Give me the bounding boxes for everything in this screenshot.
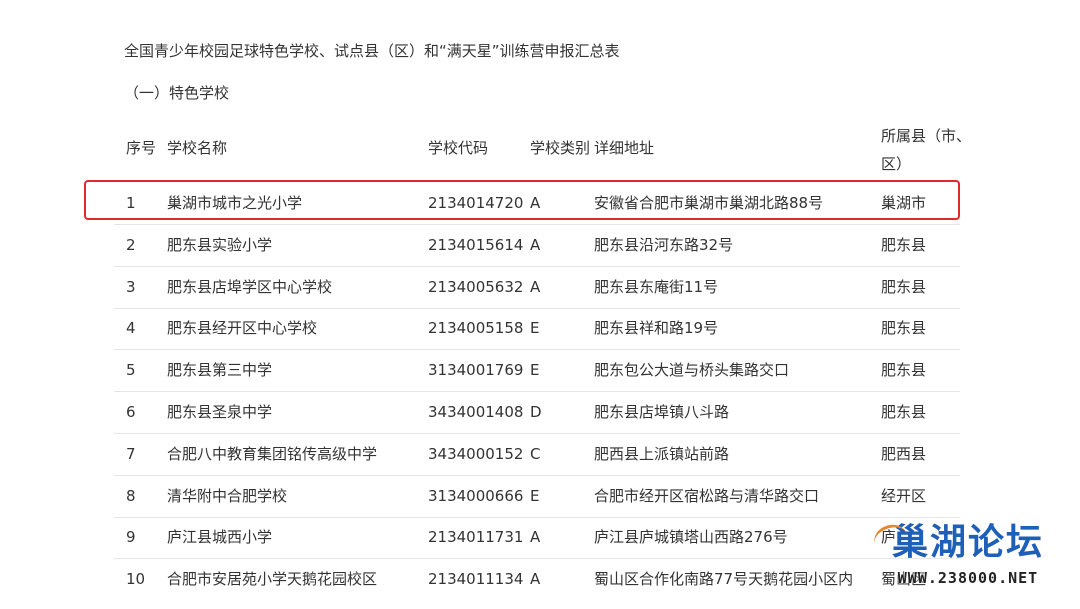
cell-name: 肥东县第三中学 (167, 361, 273, 379)
cell-code: 3434001408 (428, 403, 524, 421)
header-name: 学校名称 (167, 139, 228, 157)
cell-no: 3 (126, 278, 136, 296)
row-divider (114, 558, 960, 559)
cell-address: 蜀山区合作化南路77号天鹅花园小区内 (594, 570, 854, 588)
header-no: 序号 (126, 139, 157, 157)
row-divider (114, 433, 960, 434)
cell-no: 6 (126, 403, 136, 421)
cell-code: 3134001769 (428, 361, 524, 379)
cell-type: E (530, 319, 540, 337)
header-type: 学校类别 (530, 139, 591, 157)
cell-address: 肥东县沿河东路32号 (594, 236, 734, 254)
cell-no: 5 (126, 361, 136, 379)
row-divider (114, 391, 960, 392)
cell-address: 肥东县祥和路19号 (594, 319, 719, 337)
cell-type: D (530, 403, 542, 421)
cell-county: 肥东县 (881, 278, 927, 296)
cell-type: A (530, 570, 541, 588)
cell-county: 肥东县 (881, 236, 927, 254)
row-divider (114, 517, 960, 518)
row-divider (114, 308, 960, 309)
cell-name: 肥东县实验小学 (167, 236, 273, 254)
cell-no: 7 (126, 445, 136, 463)
cell-no: 10 (126, 570, 146, 588)
cell-no: 8 (126, 487, 136, 505)
cell-county: 肥西县 (881, 445, 927, 463)
cell-address: 合肥市经开区宿松路与清华路交口 (594, 487, 820, 505)
cell-address: 肥东包公大道与桥头集路交口 (594, 361, 790, 379)
row-divider (114, 224, 960, 225)
header-county: 所属县（市、区） (881, 127, 972, 173)
cell-name: 肥东县店埠学区中心学校 (167, 278, 333, 296)
cell-address: 肥西县上派镇站前路 (594, 445, 730, 463)
cell-address: 庐江县庐城镇塔山西路276号 (594, 528, 788, 546)
cell-address: 肥东县东庵街11号 (594, 278, 719, 296)
watermark: 巢湖论坛 WWW.238000.NET (868, 519, 1068, 601)
cell-name: 合肥八中教育集团铭传高级中学 (167, 445, 378, 463)
row-divider (114, 475, 960, 476)
document-title: 全国青少年校园足球特色学校、试点县（区）和“满天星”训练营申报汇总表 (124, 42, 620, 60)
cell-county: 肥东县 (881, 403, 927, 421)
cell-type: A (530, 278, 541, 296)
cell-name: 合肥市安居苑小学天鹅花园校区 (167, 570, 378, 588)
cell-type: A (530, 528, 541, 546)
cell-address: 肥东县店埠镇八斗路 (594, 403, 730, 421)
cell-name: 庐江县城西小学 (167, 528, 273, 546)
cell-name: 肥东县圣泉中学 (167, 403, 273, 421)
cell-type: E (530, 487, 540, 505)
cell-type: E (530, 361, 540, 379)
cell-no: 9 (126, 528, 136, 546)
cell-name: 肥东县经开区中心学校 (167, 319, 318, 337)
cell-name: 清华附中合肥学校 (167, 487, 288, 505)
header-code: 学校代码 (428, 139, 489, 157)
cell-county: 肥东县 (881, 319, 927, 337)
section-title: （一）特色学校 (124, 84, 230, 102)
cell-code: 2134005158 (428, 319, 524, 337)
watermark-url: WWW.238000.NET (897, 569, 1039, 587)
cell-code: 3434000152 (428, 445, 524, 463)
cell-code: 2134011731 (428, 528, 524, 546)
cell-code: 2134011134 (428, 570, 524, 588)
cell-code: 2134005632 (428, 278, 524, 296)
cell-code: 2134015614 (428, 236, 524, 254)
cell-type: A (530, 236, 541, 254)
cell-code: 3134000666 (428, 487, 524, 505)
header-address: 详细地址 (594, 139, 655, 157)
highlight-box (84, 180, 960, 220)
row-divider (114, 349, 960, 350)
row-divider (114, 266, 960, 267)
cell-county: 经开区 (881, 487, 927, 505)
cell-type: C (530, 445, 541, 463)
cell-no: 2 (126, 236, 136, 254)
cell-county: 肥东县 (881, 361, 927, 379)
cell-no: 4 (126, 319, 136, 337)
